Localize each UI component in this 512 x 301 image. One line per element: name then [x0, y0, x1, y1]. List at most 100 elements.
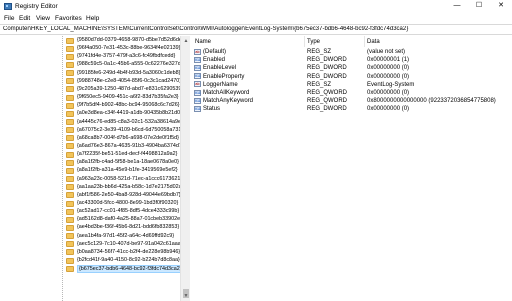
- menu-view[interactable]: View: [36, 15, 50, 22]
- tree-item-label: {a963a23c-0058-521d-71ec-a1ccc6173621}: [77, 175, 183, 182]
- tree-item[interactable]: {a963a23c-0058-521d-71ec-a1ccc6173621}: [0, 175, 183, 183]
- value-name: LoggerName: [203, 81, 238, 88]
- registry-editor-icon: [4, 3, 12, 10]
- tree-item[interactable]: {b0aa8734-56f7-41cc-b2f4-de228e98b946}: [0, 249, 180, 256]
- tree-item-label: {a67075c2-3e39-4109-b6cd-6d750058a731}: [77, 126, 184, 133]
- tree-item[interactable]: {99185fe6-249d-4b4f-b93d-5a3060c1deb8}: [0, 70, 180, 77]
- binary-value-icon: 011: [194, 97, 201, 104]
- address-path[interactable]: Computer\HKEY_LOCAL_MACHINE\SYSTEM\Curre…: [3, 26, 509, 32]
- binary-value-icon: 011: [194, 105, 201, 112]
- menu-file[interactable]: File: [4, 15, 14, 22]
- column-divider[interactable]: [364, 36, 365, 47]
- tree-item-label: {a4445c76-ed85-c8a3-02c1-532a38614a9e}: [77, 118, 183, 125]
- tree-item[interactable]: {9741fd4e-3757-479f-a3c6-fc49fbdfcedd}: [0, 53, 180, 60]
- folder-icon: [66, 192, 74, 199]
- value-name: EnableProperty: [203, 73, 245, 80]
- tree-item[interactable]: {aa1aa23b-bb6d-425a-b58c-1d7e2175d02a}: [0, 183, 184, 191]
- tree-item[interactable]: {9580d7dd-0379-4658-9870-d5be7d52d6de}: [0, 37, 184, 44]
- tree-item-label: {96f4a050-7e31-453c-88be-9634f4e02139}: [77, 45, 181, 52]
- values-list[interactable]: Name Type Data ab (Default) REG_SZ (value n…: [192, 36, 512, 301]
- tree-item[interactable]: {a6ad76e3-867a-4635-91b3-4904ba6374d7}: [0, 143, 184, 150]
- value-name: MatchAnyKeyword: [203, 98, 254, 105]
- close-button[interactable]: ✕: [490, 0, 512, 12]
- folder-icon: [66, 176, 74, 183]
- menu-favorites[interactable]: Favorites: [55, 15, 82, 22]
- tree-item[interactable]: {9f7b5df4-b902-48bc-bc94-95068c6c7d26}: [0, 102, 180, 109]
- folder-icon: [66, 86, 74, 93]
- value-name: Status: [203, 106, 221, 113]
- scroll-up-arrow-icon[interactable]: ▲: [182, 37, 190, 45]
- value-row[interactable]: 011 EnableProperty REG_DWORD 0x00000000 (0): [192, 73, 512, 81]
- value-name: (Default): [203, 49, 227, 55]
- tree-item[interactable]: {a8a1f2fb-a31a-45e9-b1fe-3419569e5ef2}: [0, 167, 180, 174]
- tree-item-selected[interactable]: {b675ec37-bdb6-4648-bc92-f3fdc74d3ca2}: [0, 265, 184, 274]
- address-bar[interactable]: Computer\HKEY_LOCAL_MACHINE\SYSTEM\Curre…: [0, 24, 512, 35]
- binary-value-icon: 011: [194, 56, 201, 63]
- tree-item[interactable]: {a7f2235f-be51-51ed-decf-f4498812a9a2}: [0, 151, 180, 158]
- value-row[interactable]: 011 Enabled REG_DWORD 0x00000001 (1): [192, 56, 512, 64]
- menu-help[interactable]: Help: [86, 15, 99, 22]
- value-row[interactable]: 011 EnableLevel REG_DWORD 0x00000000 (0): [192, 64, 512, 72]
- value-row[interactable]: 011 MatchAnyKeyword REG_QWORD 0x80000000000…: [192, 97, 512, 105]
- folder-icon: [66, 265, 74, 272]
- tree-item-label: {a68ca8b7-004f-d7b6-a698-07e2de0f1f5d}: [77, 134, 179, 141]
- tree-item-label: {9c205a39-1250-487d-abd7-e831c6290539}: [77, 85, 184, 92]
- tree-item[interactable]: {aea1b4fa-97d1-45f2-a64c-4d69ffd92c9}: [0, 233, 180, 240]
- value-row[interactable]: 011 Status REG_DWORD 0x00000000 (0): [192, 105, 512, 113]
- value-data: 0x00000001 (1): [367, 57, 410, 64]
- column-header-type[interactable]: Type: [307, 39, 320, 45]
- tree-item[interactable]: {988c59c5-0a1c-45b6-a555-0c62276e327d}: [0, 61, 183, 68]
- value-type: REG_QWORD: [307, 90, 348, 96]
- column-header-name[interactable]: Name: [195, 39, 211, 45]
- value-row[interactable]: ab LoggerName REG_SZ EventLog-System: [192, 81, 512, 89]
- folder-icon: [66, 200, 74, 207]
- tree-item-label: {ae4bd3be-f36f-45b6-8d21-bdd6fb832853}: [77, 224, 180, 231]
- folder-icon: [66, 127, 74, 134]
- tree-item[interactable]: {a0e3d8ea-c34f-4419-a1db-90435b8b21d0}: [0, 110, 182, 117]
- value-data: 0x8000000000000000 (9223372036854775808): [367, 98, 496, 105]
- tree-item[interactable]: {9c205a39-1250-487d-abd7-e831c6290539}: [0, 85, 184, 93]
- folder-icon: [66, 208, 74, 215]
- value-row[interactable]: 011 MatchAllKeyword REG_QWORD 0x00000000 (0…: [192, 89, 512, 97]
- tree-item[interactable]: {a67075c2-3e39-4109-b6cd-6d750058a731}: [0, 126, 184, 134]
- menu-edit[interactable]: Edit: [19, 15, 30, 22]
- maximize-button[interactable]: ☐: [468, 0, 490, 12]
- tree-item[interactable]: {9f650ec5-9409-451c-a6f2-83d7b35fa2e3}: [0, 94, 180, 101]
- tree-item[interactable]: {ae4bd3be-f36f-45b6-8d21-bdd6fb832853}: [0, 224, 180, 231]
- value-row[interactable]: ab (Default) REG_SZ (value not set): [192, 48, 512, 56]
- tree-item[interactable]: {9988748e-c2e8-4054-85f6-0c3c1cad2470}: [0, 78, 181, 85]
- value-data: 0x00000000 (0): [367, 106, 410, 113]
- tree-item[interactable]: {ad5162d8-daf0-4a25-88a7-01cbeb33902e}: [0, 216, 182, 223]
- tree-item-label: {b2fcd41f-9a40-4150-8c92-b224b7d8c8aa}: [77, 257, 180, 264]
- tree-item[interactable]: {abf1f586-2e50-4ba8-928d-49044e69bdb7}: [0, 192, 181, 199]
- column-divider[interactable]: [304, 36, 305, 47]
- tree-item[interactable]: {96f4a050-7e31-453c-88be-9634f4e02139}: [0, 45, 180, 52]
- column-header-data[interactable]: Data: [367, 39, 380, 45]
- tree-item-label: {aa1aa23b-bb6d-425a-b58c-1d7e2175d02a}: [77, 183, 184, 190]
- folder-icon: [66, 159, 74, 166]
- tree-item-label: {9580d7dd-0379-4658-9870-d5be7d52d6de}: [77, 37, 184, 43]
- value-type: REG_DWORD: [307, 73, 347, 80]
- title-bar: Registry Editor — ☐ ✕: [0, 0, 512, 13]
- minimize-button[interactable]: —: [446, 0, 468, 12]
- key-tree[interactable]: {9580d7dd-0379-4658-9870-d5be7d52d6de} {9…: [0, 36, 190, 301]
- tree-item[interactable]: {a8a1f2fb-c4ad-5f58-be1a-18ae0678a0e0}: [0, 159, 180, 166]
- tree-item-label: {aea1b4fa-97d1-45f2-a64c-4d69ffd92c9}: [77, 232, 175, 239]
- tree-item-label: {b0aa8734-56f7-41cc-b2f4-de228e98b946}: [77, 248, 181, 255]
- tree-item[interactable]: {ac52ad17-cc01-4f85-8df5-4dce4333c99b}: [0, 208, 180, 215]
- folder-icon: [66, 70, 74, 77]
- tree-item-label: {a8a1f2fb-a31a-45e9-b1fe-3419569e5ef2}: [77, 167, 178, 174]
- scroll-down-arrow-icon[interactable]: ▼: [182, 292, 190, 300]
- folder-icon: [66, 151, 74, 158]
- tree-item[interactable]: {a4445c76-ed85-c8a3-02c1-532a38614a9e}: [0, 118, 183, 126]
- value-type: REG_SZ: [307, 49, 332, 55]
- value-data: 0x00000000 (0): [367, 65, 410, 72]
- tree-item-label: {9741fd4e-3757-479f-a3c6-fc49fbdfcedd}: [77, 53, 176, 60]
- tree-item[interactable]: {ac43300d-5fcc-4800-8e99-1bd3f0f90320}: [0, 200, 180, 207]
- tree-item[interactable]: {aec5c129-7c10-407d-be97-91a042c61aaa}: [0, 241, 183, 248]
- tree-scrollbar[interactable]: ▲ ▼: [180, 36, 190, 301]
- tree-item[interactable]: {b2fcd41f-9a40-4150-8c92-b224b7d8c8aa}: [0, 257, 180, 264]
- folder-icon: [66, 216, 74, 223]
- tree-item[interactable]: {a68ca8b7-004f-d7b6-a698-07e2de0f1f5d}: [0, 135, 180, 142]
- folder-icon: [66, 110, 74, 117]
